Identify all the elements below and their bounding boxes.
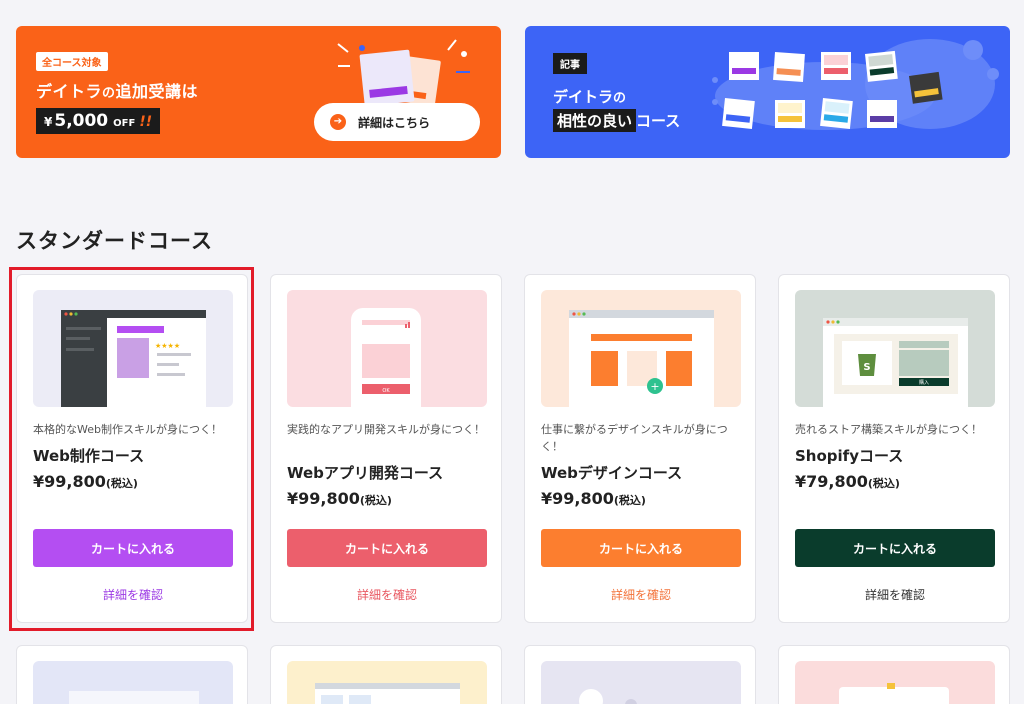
article-banner[interactable]: 記事 デイトラの 相性の良い コース xyxy=(525,26,1010,158)
add-to-cart-button[interactable]: カートに入れる xyxy=(541,529,741,567)
course-price: ¥79,800(税込) xyxy=(795,472,900,491)
course-card-web-production[interactable]: ★★★★ 本格的なWeb制作スキルが身につく！ Web制作コース ¥99,800… xyxy=(16,274,248,623)
campaign-tag: 全コース対象 xyxy=(36,52,108,71)
campaign-detail-button[interactable]: ➔ 詳細はこちら xyxy=(314,103,480,141)
course-thumbnail xyxy=(795,661,995,704)
course-card-row2-1[interactable] xyxy=(16,645,248,704)
campaign-price: ¥ 5,000 OFF !! xyxy=(36,108,161,134)
view-details-link[interactable]: 詳細を確認 xyxy=(795,586,995,603)
svg-text:★★★★: ★★★★ xyxy=(155,342,180,350)
course-card-row2-4[interactable] xyxy=(778,645,1010,704)
course-price: ¥99,800(税込) xyxy=(33,472,138,491)
svg-text:S: S xyxy=(863,362,870,373)
course-thumbnail xyxy=(287,661,487,704)
svg-text:+: + xyxy=(650,380,659,393)
campaign-illustration xyxy=(337,39,470,107)
view-details-link[interactable]: 詳細を確認 xyxy=(33,586,233,603)
course-thumbnail: + xyxy=(541,290,741,407)
campaign-title: デイトラの追加受講は xyxy=(36,82,199,101)
course-name: Webアプリ開発コース xyxy=(287,464,444,482)
view-details-link[interactable]: 詳細を確認 xyxy=(287,586,487,603)
course-card-row2-3[interactable] xyxy=(524,645,756,704)
add-to-cart-button[interactable]: カートに入れる xyxy=(795,529,995,567)
course-thumbnail xyxy=(33,661,233,704)
course-name: Web制作コース xyxy=(33,447,145,465)
course-description: 実践的なアプリ開発スキルが身につく！ xyxy=(287,423,485,436)
article-tag: 記事 xyxy=(553,53,587,74)
add-to-cart-button[interactable]: カートに入れる xyxy=(33,529,233,567)
article-title-line2: 相性の良い コース xyxy=(553,109,680,132)
course-thumbnail xyxy=(541,661,741,704)
course-name: Webデザインコース xyxy=(541,464,683,482)
view-details-link[interactable]: 詳細を確認 xyxy=(541,586,741,603)
section-title: スタンダードコース xyxy=(16,229,213,253)
campaign-detail-label: 詳細はこちら xyxy=(358,115,431,130)
campaign-banner[interactable]: 全コース対象 デイトラの追加受講は ¥ 5,000 OFF !! ➔ 詳細はこち… xyxy=(16,26,501,158)
course-thumbnail: OK xyxy=(287,290,487,407)
course-thumbnail: ★★★★ xyxy=(33,290,233,407)
course-price: ¥99,800(税込) xyxy=(541,489,646,508)
thumb-buy-label: 購入 xyxy=(919,379,929,386)
course-card-web-design[interactable]: + 仕事に繋がるデザインスキルが身につく！ Webデザインコース ¥99,800… xyxy=(524,274,756,623)
course-card-row2-2[interactable] xyxy=(270,645,502,704)
course-thumbnail: S 購入 xyxy=(795,290,995,407)
article-title-line1: デイトラの xyxy=(553,88,627,106)
course-description: 仕事に繋がるデザインスキルが身につく！ xyxy=(541,423,728,453)
course-description: 売れるストア構築スキルが身につく！ xyxy=(795,423,982,436)
course-card-web-app[interactable]: OK 実践的なアプリ開発スキルが身につく！ Webアプリ開発コース ¥99,80… xyxy=(270,274,502,623)
course-card-shopify[interactable]: S 購入 売れるストア構築スキルが身につく！ Shopifyコース ¥79,80… xyxy=(778,274,1010,623)
course-name: Shopifyコース xyxy=(795,447,904,465)
add-to-cart-button[interactable]: カートに入れる xyxy=(287,529,487,567)
article-illustration xyxy=(712,39,999,130)
course-description: 本格的なWeb制作スキルが身につく！ xyxy=(33,423,222,436)
course-price: ¥99,800(税込) xyxy=(287,489,392,508)
arrow-right-icon: ➔ xyxy=(330,114,346,130)
thumb-ok-label: OK xyxy=(382,388,390,394)
